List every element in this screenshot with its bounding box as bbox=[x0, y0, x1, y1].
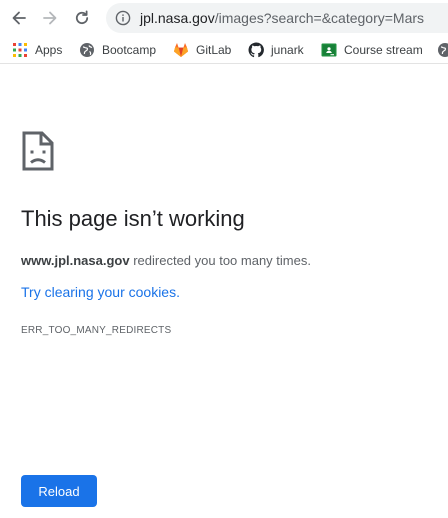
bookmark-course-stream[interactable]: Course stream bbox=[321, 40, 423, 60]
bookmarks-bar: Apps Bootcamp GitLab junark Course strea… bbox=[0, 36, 448, 64]
bookmark-gitlab[interactable]: GitLab bbox=[173, 40, 231, 60]
bookmark-overflow[interactable] bbox=[437, 40, 448, 60]
arrow-right-icon bbox=[43, 11, 57, 25]
globe-icon bbox=[437, 42, 448, 58]
reload-button[interactable]: Reload bbox=[21, 475, 97, 507]
link-suffix: . bbox=[176, 284, 180, 300]
github-icon bbox=[248, 42, 264, 58]
bookmark-label: Bootcamp bbox=[102, 43, 157, 57]
classroom-icon bbox=[321, 42, 337, 58]
arrow-left-icon bbox=[12, 11, 26, 25]
globe-icon bbox=[79, 42, 95, 58]
browser-toolbar: jpl.nasa.gov/images?search=&category=Mar… bbox=[0, 0, 448, 36]
error-title: This page isn’t working bbox=[21, 206, 245, 231]
error-code: ERR_TOO_MANY_REDIRECTS bbox=[21, 325, 172, 336]
forward-button[interactable] bbox=[38, 6, 62, 30]
info-icon[interactable] bbox=[115, 10, 131, 26]
error-description: www.jpl.nasa.gov redirected you too many… bbox=[21, 253, 311, 268]
clear-cookies-paragraph: Try clearing your cookies. bbox=[21, 284, 180, 300]
reload-icon bbox=[75, 10, 89, 25]
bookmark-label: Apps bbox=[35, 43, 63, 57]
reload-page-button[interactable] bbox=[70, 6, 94, 30]
bookmark-apps[interactable]: Apps bbox=[12, 40, 62, 60]
sad-page-icon bbox=[22, 131, 54, 171]
clear-cookies-link[interactable]: Try clearing your cookies bbox=[21, 284, 176, 300]
bookmark-label: Course stream bbox=[344, 43, 423, 57]
url-text[interactable]: jpl.nasa.gov/images?search=&category=Mar… bbox=[140, 10, 424, 26]
gitlab-icon bbox=[173, 42, 189, 58]
url-host: jpl.nasa.gov bbox=[140, 10, 215, 26]
bookmark-label: junark bbox=[271, 43, 304, 57]
bookmark-label: GitLab bbox=[196, 43, 232, 57]
url-path: /images?search=&category=Mars bbox=[214, 10, 425, 26]
error-domain: www.jpl.nasa.gov bbox=[21, 253, 130, 268]
back-button[interactable] bbox=[7, 6, 31, 30]
apps-grid-icon bbox=[12, 42, 28, 58]
address-bar[interactable]: jpl.nasa.gov/images?search=&category=Mar… bbox=[106, 3, 448, 33]
error-message: redirected you too many times. bbox=[129, 253, 311, 268]
bookmark-junark[interactable]: junark bbox=[248, 40, 304, 60]
bookmark-bootcamp[interactable]: Bootcamp bbox=[79, 40, 156, 60]
